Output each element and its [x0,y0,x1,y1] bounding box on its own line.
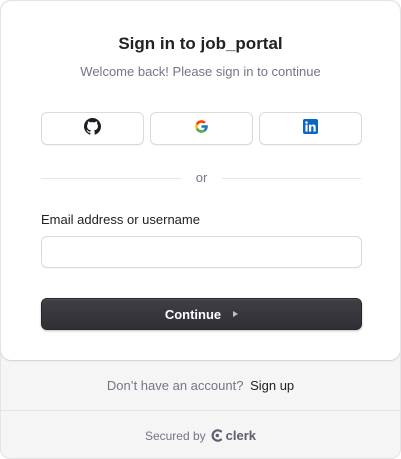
caret-right-icon [233,311,239,317]
clerk-logo[interactable]: clerk [211,428,256,443]
signup-link[interactable]: Sign up [250,378,294,393]
github-icon [84,117,101,140]
divider-line-right [222,178,361,179]
linkedin-icon [303,118,318,139]
sign-in-card: Sign in to job_portal Welcome back! Plea… [1,1,400,360]
divider-text: or [195,170,208,185]
github-button[interactable] [41,112,144,145]
google-button[interactable] [150,112,253,145]
secured-by-text: Secured by [144,428,206,443]
signup-prompt: Don’t have an account? Sign up [1,378,400,393]
continue-label: Continue [164,306,222,322]
social-buttons-row [41,112,362,145]
clerk-logo-icon [211,429,222,442]
divider-line-left [41,178,181,179]
google-icon [194,119,209,139]
page-title: Sign in to job_portal [118,34,283,53]
identifier-label: Email address or username [41,212,200,227]
signup-prompt-text: Don’t have an account? [106,378,244,393]
page-subtitle: Welcome back! Please sign in to continue [80,64,321,79]
linkedin-button[interactable] [259,112,362,145]
secured-by: Secured by clerk [1,428,400,443]
clerk-brand-text: clerk [225,428,257,443]
continue-button[interactable]: Continue [41,298,362,330]
identifier-input[interactable] [41,236,362,268]
sign-in-widget: Sign in to job_portal Welcome back! Plea… [0,0,401,459]
footer-divider [1,410,400,411]
